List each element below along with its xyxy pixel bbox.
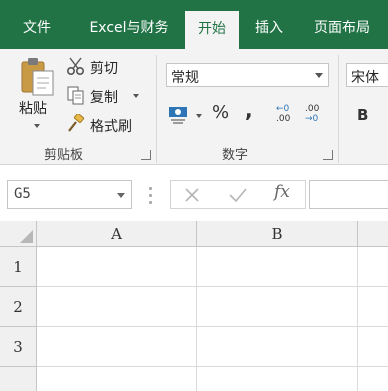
tab-excel-finance[interactable]: Excel与财务 <box>80 0 178 49</box>
group-separator <box>156 55 157 163</box>
cell[interactable] <box>358 367 388 391</box>
format-painter-label: 格式刷 <box>90 119 132 135</box>
chevron-down-icon <box>117 193 125 198</box>
cell[interactable] <box>197 327 358 367</box>
name-box-value: G5 <box>14 186 31 202</box>
format-painter-button[interactable]: 格式刷 <box>64 114 144 136</box>
copy-dropdown-arrow-icon[interactable] <box>133 94 139 98</box>
cell[interactable] <box>197 367 358 391</box>
insert-function-button[interactable]: fx <box>274 182 290 202</box>
tab-file[interactable]: 文件 <box>8 0 66 49</box>
copy-label: 复制 <box>90 90 118 106</box>
cell[interactable] <box>37 367 197 391</box>
cell[interactable] <box>197 247 358 287</box>
cell[interactable] <box>37 247 197 287</box>
cell[interactable] <box>358 287 388 327</box>
bold-button[interactable]: B <box>357 106 368 124</box>
name-box[interactable]: G5 <box>7 180 132 209</box>
row-header-3[interactable]: 3 <box>0 327 37 367</box>
column-header-a[interactable]: A <box>37 221 197 247</box>
font-name-value: 宋体 <box>351 70 379 86</box>
increase-decimal-top: ←0 <box>276 104 290 114</box>
formula-bar-splitter-handle[interactable] <box>149 185 152 205</box>
tab-home[interactable]: 开始 <box>185 11 239 49</box>
cancel-icon[interactable] <box>183 186 201 204</box>
accounting-dropdown-arrow-icon <box>196 114 202 118</box>
paste-icon <box>21 58 54 96</box>
chevron-down-icon <box>315 73 323 78</box>
paste-dropdown-arrow-icon[interactable] <box>34 124 40 128</box>
cell[interactable] <box>37 287 197 327</box>
cell[interactable] <box>37 327 197 367</box>
number-format-value: 常规 <box>171 70 199 86</box>
decrease-decimal-bottom: →0 <box>305 114 319 124</box>
clipboard-dialog-launcher-icon[interactable] <box>141 150 151 160</box>
group-separator <box>338 55 339 163</box>
scissors-icon <box>66 57 85 76</box>
decrease-decimal-button[interactable]: .00 →0 <box>305 104 327 128</box>
paste-button[interactable]: 粘贴 <box>16 56 60 136</box>
decrease-decimal-top: .00 <box>305 104 320 114</box>
cell[interactable] <box>197 287 358 327</box>
comma-style-button[interactable]: , <box>245 98 253 122</box>
row-header-4[interactable] <box>0 367 37 391</box>
percent-style-button[interactable]: % <box>212 102 229 123</box>
column-header-c[interactable] <box>358 221 388 247</box>
increase-decimal-bottom: .00 <box>276 114 291 124</box>
tab-insert[interactable]: 插入 <box>247 0 291 49</box>
paste-label: 粘贴 <box>19 101 47 117</box>
copy-icon <box>67 86 84 105</box>
number-format-dropdown[interactable]: 常规 <box>166 63 329 87</box>
cut-label: 剪切 <box>90 61 118 77</box>
column-header-b[interactable]: B <box>197 221 358 247</box>
tab-page-layout[interactable]: 页面布局 <box>301 0 383 49</box>
row-header-2[interactable]: 2 <box>0 287 37 327</box>
enter-check-icon[interactable] <box>228 186 248 204</box>
increase-decimal-button[interactable]: ←0 .00 <box>276 104 298 128</box>
font-name-dropdown[interactable]: 宋体 <box>346 63 388 87</box>
cell[interactable] <box>358 247 388 287</box>
accounting-format-button[interactable] <box>167 104 205 128</box>
formula-input[interactable] <box>309 180 388 209</box>
format-painter-icon <box>68 114 85 132</box>
cut-button[interactable]: 剪切 <box>64 56 144 78</box>
cell[interactable] <box>358 327 388 367</box>
row-header-1[interactable]: 1 <box>0 247 37 287</box>
number-group-label: 数字 <box>222 148 249 163</box>
copy-button[interactable]: 复制 <box>64 85 144 107</box>
number-dialog-launcher-icon[interactable] <box>323 150 333 160</box>
select-all-corner[interactable] <box>0 221 37 247</box>
clipboard-group-label: 剪贴板 <box>44 148 84 163</box>
currency-icon <box>169 107 187 124</box>
